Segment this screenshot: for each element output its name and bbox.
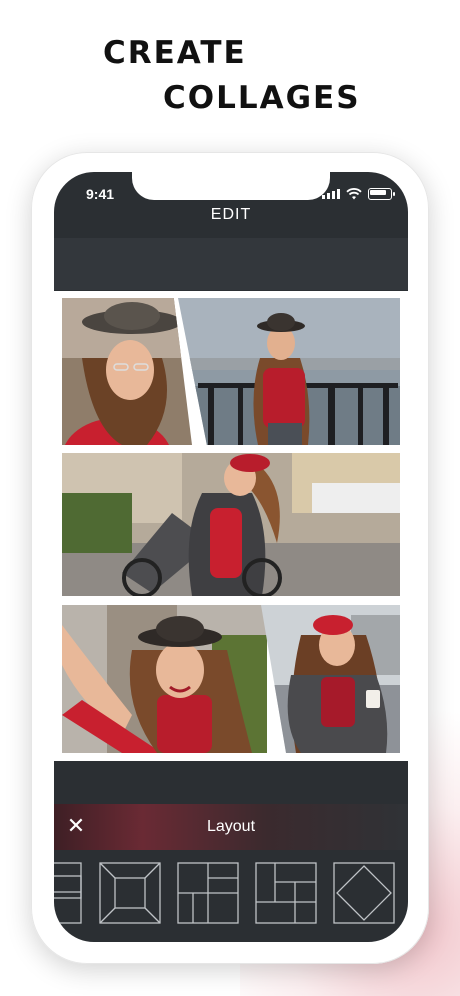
layout-grid-four-icon[interactable] xyxy=(177,862,239,924)
layout-options xyxy=(54,862,408,924)
status-time: 9:41 xyxy=(86,186,115,202)
headline-line-1: CREATE xyxy=(103,35,247,71)
top-band xyxy=(54,238,408,290)
collage-canvas[interactable] xyxy=(54,291,408,761)
collage-photo-3[interactable] xyxy=(62,453,400,596)
status-icons xyxy=(322,188,395,200)
promo-headline: CREATE COLLAGES xyxy=(0,0,460,130)
screen-title: EDIT xyxy=(210,206,252,223)
phone-notch xyxy=(132,172,330,200)
headline-line-2: COLLAGES xyxy=(163,80,361,116)
cellular-signal-icon xyxy=(322,189,340,199)
collage-photo-4[interactable] xyxy=(62,605,267,753)
collage-photo-5[interactable] xyxy=(261,605,400,753)
collage-photo-2[interactable] xyxy=(178,298,400,445)
layout-grid-mixed-icon[interactable] xyxy=(255,862,317,924)
battery-icon xyxy=(368,188,395,200)
layout-diamond-icon[interactable] xyxy=(333,862,395,924)
layout-partial-icon[interactable] xyxy=(54,862,82,924)
layout-toolbar: ✕ Layout xyxy=(54,804,408,850)
collage-photo-1[interactable] xyxy=(62,298,192,445)
phone-screen: 9:41 EDIT ✕ Layout xyxy=(54,172,408,942)
layout-label: Layout xyxy=(206,818,256,835)
wifi-icon xyxy=(346,188,362,200)
layout-x-frame-icon[interactable] xyxy=(99,862,161,924)
